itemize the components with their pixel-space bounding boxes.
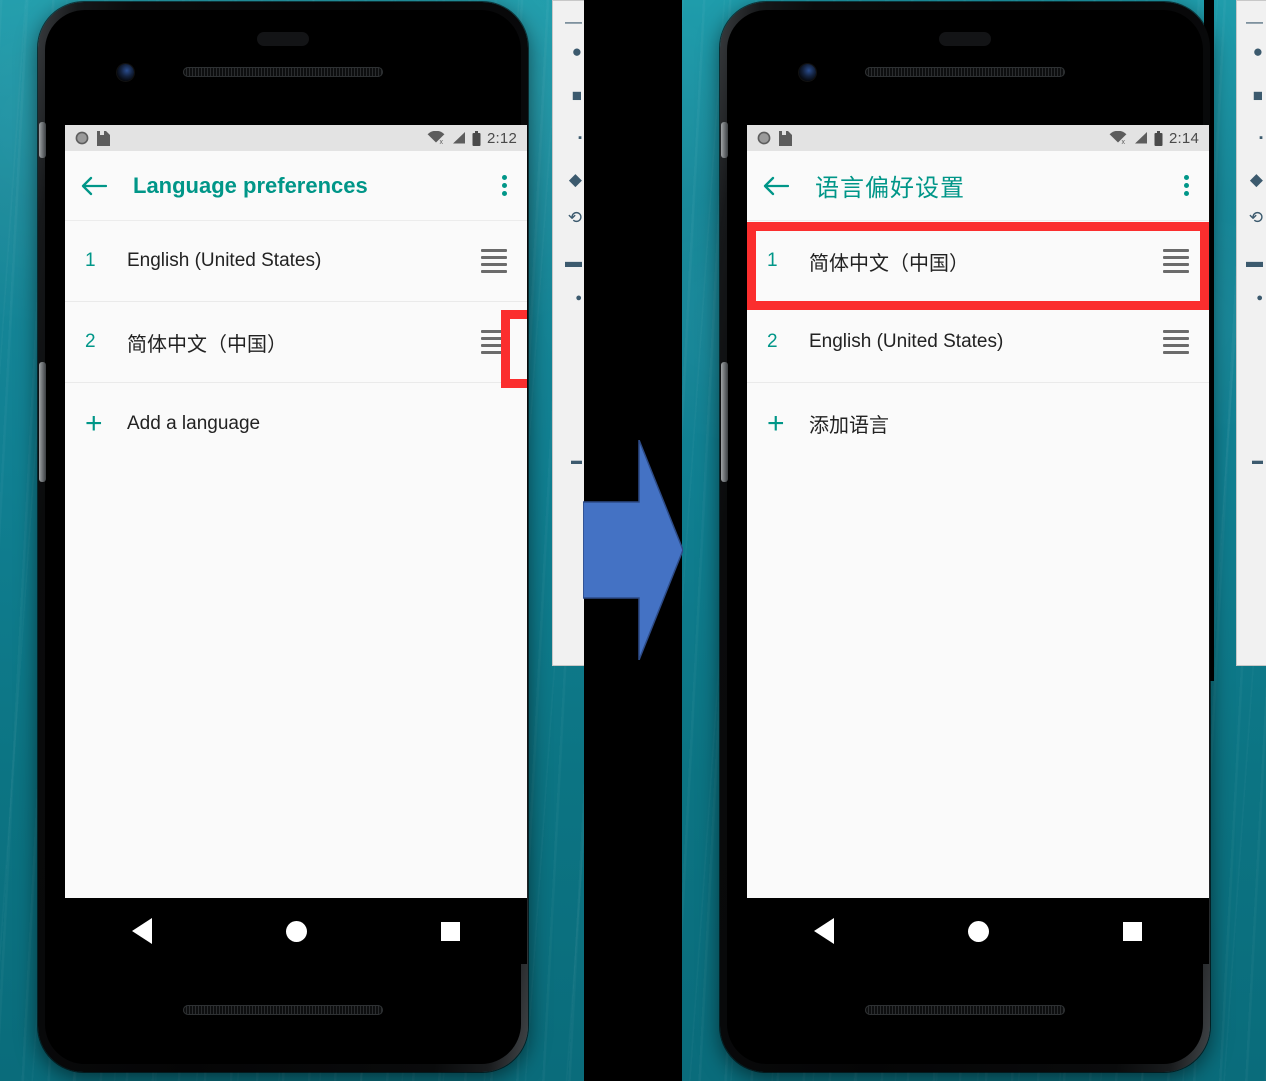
nav-home-icon[interactable] xyxy=(286,920,307,942)
navigation-bar xyxy=(747,898,1209,964)
dot-icon: ● xyxy=(575,292,582,304)
drag-handle-icon[interactable] xyxy=(481,247,507,275)
status-clock: 2:14 xyxy=(1169,129,1199,147)
back-arrow-icon[interactable] xyxy=(81,176,117,196)
language-row[interactable]: 2 简体中文（中国） xyxy=(65,302,527,383)
add-language-row[interactable]: + 添加语言 xyxy=(747,383,1209,464)
add-language-label: Add a language xyxy=(127,412,261,434)
rect-icon: ▬ xyxy=(1246,252,1263,271)
right-partial-panel: — ● ■ ▪ ◆ ⟲ ▬ ● ▬ xyxy=(1236,0,1266,666)
row-index: 1 xyxy=(85,250,96,271)
earpiece-grille xyxy=(865,67,1065,77)
earpiece-grille xyxy=(183,67,383,77)
language-row[interactable]: 1 English (United States) xyxy=(65,221,527,302)
drag-handle-icon[interactable] xyxy=(481,328,507,356)
svg-text:x: x xyxy=(440,139,444,145)
phone-bezel: x 2:14 语言偏好设置 1 简体中文（中国） 2 English (Unit… xyxy=(727,10,1209,1064)
nav-back-icon[interactable] xyxy=(132,918,152,944)
front-camera-icon xyxy=(799,64,816,81)
side-rail xyxy=(721,122,728,158)
side-rail xyxy=(39,122,46,158)
diamond-icon: ◆ xyxy=(568,170,582,189)
notch-slit xyxy=(939,32,991,46)
front-camera-icon xyxy=(117,64,134,81)
center-gutter-lower xyxy=(584,681,682,1081)
save-icon xyxy=(97,130,110,146)
status-bar: x 2:14 xyxy=(747,125,1209,151)
back-arrow-icon[interactable] xyxy=(763,176,799,196)
phone-after: x 2:14 语言偏好设置 1 简体中文（中国） 2 English (Unit… xyxy=(720,0,1210,1081)
status-bar: x 2:12 xyxy=(65,125,527,151)
wifi-no-internet-icon: x xyxy=(427,131,445,145)
save-icon xyxy=(779,130,792,146)
dash-icon: ▬ xyxy=(1252,455,1263,467)
row-index: 1 xyxy=(767,250,778,271)
dash-icon: ▬ xyxy=(571,455,582,467)
phone-screen-after: x 2:14 语言偏好设置 1 简体中文（中国） 2 English (Unit… xyxy=(747,125,1209,898)
side-rail xyxy=(721,362,728,482)
drag-handle-icon[interactable] xyxy=(1163,247,1189,275)
svg-text:x: x xyxy=(1122,139,1126,145)
minus-icon: — xyxy=(565,12,582,31)
dot-icon: ● xyxy=(1256,292,1263,304)
battery-full-icon xyxy=(1154,130,1163,146)
plus-icon: + xyxy=(85,406,103,440)
language-row[interactable]: 1 简体中文（中国） xyxy=(747,221,1209,302)
minus-icon: — xyxy=(1246,12,1263,31)
battery-full-icon xyxy=(472,130,481,146)
overflow-menu-icon[interactable] xyxy=(1180,169,1193,202)
row-label: 简体中文（中国） xyxy=(127,333,287,356)
wifi-no-internet-icon: x xyxy=(1109,131,1127,145)
navigation-bar xyxy=(65,898,527,964)
list-empty-area xyxy=(747,464,1209,898)
transition-arrow xyxy=(582,439,684,661)
overflow-menu-icon[interactable] xyxy=(498,169,511,202)
row-label: 简体中文（中国） xyxy=(809,252,969,275)
speaker-grille xyxy=(865,1005,1065,1015)
page-title: Language preferences xyxy=(133,172,368,198)
drag-handle-icon[interactable] xyxy=(1163,328,1189,356)
list-empty-area xyxy=(65,464,527,898)
notch-slit xyxy=(257,32,309,46)
circle-icon: ● xyxy=(1252,42,1263,61)
add-language-row[interactable]: + Add a language xyxy=(65,383,527,464)
nav-home-icon[interactable] xyxy=(968,920,989,942)
nav-back-icon[interactable] xyxy=(814,918,834,944)
app-bar: Language preferences xyxy=(65,151,527,221)
rect-icon: ▬ xyxy=(565,252,582,271)
plus-icon: + xyxy=(767,406,785,440)
square-icon: ■ xyxy=(1252,86,1263,105)
diamond-icon: ◆ xyxy=(1249,170,1263,189)
cellular-signal-icon xyxy=(453,132,465,144)
square-icon: ■ xyxy=(571,86,582,105)
page-title: 语言偏好设置 xyxy=(815,175,965,202)
left-partial-panel: — ● ■ ▪ ◆ ⟲ ▬ ● ▬ xyxy=(552,0,586,666)
circle-icon: ● xyxy=(571,42,582,61)
nav-recents-icon[interactable] xyxy=(441,921,460,941)
app-bar: 语言偏好设置 xyxy=(747,151,1209,221)
nav-recents-icon[interactable] xyxy=(1123,921,1142,941)
phone-bezel: x 2:12 Language preferences 1 English (U… xyxy=(45,10,527,1064)
row-label: English (United States) xyxy=(127,250,322,271)
phone-screen-before: x 2:12 Language preferences 1 English (U… xyxy=(65,125,527,898)
speaker-grille xyxy=(183,1005,383,1015)
dot-icon: ▪ xyxy=(1259,132,1263,144)
phone-body: x 2:14 语言偏好设置 1 简体中文（中国） 2 English (Unit… xyxy=(720,2,1210,1072)
spiral-icon: ⟲ xyxy=(567,208,582,227)
add-language-label: 添加语言 xyxy=(809,415,889,437)
row-label: English (United States) xyxy=(809,331,1004,352)
side-rail xyxy=(39,362,46,482)
circle-icon xyxy=(757,131,771,145)
circle-icon xyxy=(75,131,89,145)
status-clock: 2:12 xyxy=(487,129,517,147)
row-index: 2 xyxy=(85,331,96,352)
row-index: 2 xyxy=(767,331,778,352)
spiral-icon: ⟲ xyxy=(1248,208,1263,227)
language-row[interactable]: 2 English (United States) xyxy=(747,302,1209,383)
phone-body: x 2:12 Language preferences 1 English (U… xyxy=(38,2,528,1072)
dot-icon: ▪ xyxy=(578,132,582,144)
cellular-signal-icon xyxy=(1135,132,1147,144)
phone-before: x 2:12 Language preferences 1 English (U… xyxy=(38,0,528,1081)
